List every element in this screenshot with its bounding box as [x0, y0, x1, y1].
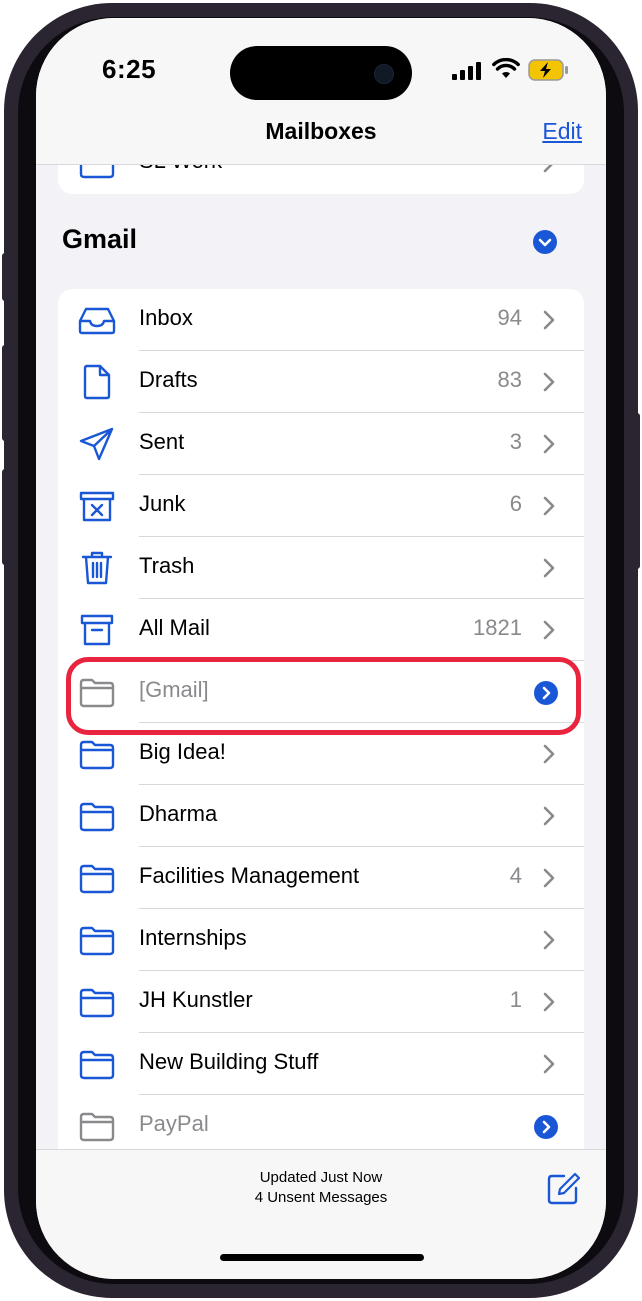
- edit-button[interactable]: Edit: [542, 118, 582, 145]
- unread-count: 4: [509, 863, 522, 888]
- chevron-right-icon: [543, 434, 555, 454]
- mailbox-label: Big Idea!: [139, 739, 226, 764]
- mailbox-row-dharma[interactable]: Dharma: [58, 785, 584, 847]
- prev-account-card: SL Work: [58, 164, 584, 194]
- mailbox-row-inbox[interactable]: Inbox 94: [58, 289, 584, 351]
- chevron-right-icon: [543, 496, 555, 516]
- chevron-right-icon: [543, 806, 555, 826]
- folder-icon: [79, 740, 115, 770]
- battery-charging-icon: [528, 59, 568, 81]
- unread-count: 1821: [473, 615, 522, 640]
- mailbox-row-new-building-stuff[interactable]: New Building Stuff: [58, 1033, 584, 1095]
- status-time: 6:25: [102, 54, 157, 84]
- folder-icon: [79, 164, 115, 179]
- chevron-right-icon: [543, 310, 555, 330]
- trash-highlight-annotation: [66, 657, 581, 735]
- folder-icon: [79, 864, 115, 894]
- chevron-down-icon: [538, 238, 552, 247]
- mailbox-label: Dharma: [139, 801, 218, 826]
- unsent-status-line: 4 Unsent Messages: [254, 1189, 388, 1206]
- page-title: Mailboxes: [265, 118, 377, 144]
- mailbox-label: Inbox: [139, 305, 193, 330]
- cellular-signal-icon: [452, 62, 481, 80]
- folder-icon: [79, 1112, 115, 1142]
- mailbox-row-sl-work[interactable]: SL Work: [58, 164, 584, 194]
- mailbox-label: JH Kunstler: [139, 987, 253, 1012]
- drafts-icon: [83, 364, 111, 400]
- folder-icon: [79, 802, 115, 832]
- screen: 6:25 Mailboxes Edit SL Work: [36, 18, 606, 1279]
- mailbox-list[interactable]: SL Work Gmail Inbox 94 Drafts 83: [36, 164, 606, 1149]
- trash-icon: [81, 551, 113, 585]
- archive-icon: [80, 614, 114, 646]
- chevron-right-icon: [543, 164, 554, 173]
- chevron-right-icon: [543, 992, 555, 1012]
- mailbox-label: Sent: [139, 429, 185, 454]
- mailbox-row-all-mail[interactable]: All Mail 1821: [58, 599, 584, 661]
- sent-icon: [79, 427, 114, 461]
- folder-icon: [79, 988, 115, 1018]
- folder-icon: [79, 1050, 115, 1080]
- chevron-right-icon: [543, 558, 555, 578]
- account-header: Gmail: [62, 224, 138, 254]
- compose-icon[interactable]: [546, 1172, 580, 1206]
- update-status: Updated Just Now 4 Unsent Messages: [36, 1168, 606, 1208]
- mailbox-row-drafts[interactable]: Drafts 83: [58, 351, 584, 413]
- wifi-icon: [492, 58, 520, 78]
- bottom-toolbar: Updated Just Now 4 Unsent Messages: [36, 1149, 606, 1279]
- update-status-line: Updated Just Now: [259, 1169, 383, 1186]
- mailbox-label: Facilities Management: [139, 863, 360, 888]
- unread-count: 83: [497, 367, 522, 392]
- chevron-right-icon: [543, 744, 555, 764]
- mailbox-row-trash[interactable]: Trash: [58, 537, 584, 599]
- mailbox-row-jh-kunstler[interactable]: JH Kunstler 1: [58, 971, 584, 1033]
- mailbox-label: Trash: [139, 553, 195, 578]
- side-button: [634, 413, 640, 569]
- volume-up-button: [2, 345, 8, 441]
- mailbox-label: Internships: [139, 925, 247, 950]
- chevron-right-icon: [543, 372, 555, 392]
- mailbox-label: Junk: [139, 491, 186, 516]
- status-bar: 6:25: [36, 18, 606, 118]
- expand-button[interactable]: [534, 1115, 558, 1139]
- home-indicator[interactable]: [220, 1254, 424, 1261]
- chevron-right-icon: [543, 930, 555, 950]
- chevron-right-icon: [542, 1120, 551, 1134]
- mailbox-label: New Building Stuff: [139, 1049, 319, 1074]
- camera-icon: [374, 64, 394, 84]
- inbox-icon: [78, 307, 116, 335]
- chevron-right-icon: [543, 1054, 555, 1074]
- unread-count: 6: [509, 491, 522, 516]
- action-button: [2, 253, 8, 301]
- mailbox-label: All Mail: [139, 615, 210, 640]
- mailbox-label: PayPal: [139, 1111, 209, 1136]
- unread-count: 1: [509, 987, 522, 1012]
- mailbox-label: SL Work: [139, 164, 222, 174]
- mailbox-row-paypal[interactable]: PayPal: [58, 1095, 584, 1149]
- junk-icon: [79, 491, 115, 522]
- mailbox-row-junk[interactable]: Junk 6: [58, 475, 584, 537]
- mailbox-row-facilities-management[interactable]: Facilities Management 4: [58, 847, 584, 909]
- dynamic-island: [230, 46, 412, 100]
- mailbox-label: Drafts: [139, 367, 198, 392]
- volume-down-button: [2, 469, 8, 565]
- mailbox-row-internships[interactable]: Internships: [58, 909, 584, 971]
- navigation-bar: Mailboxes Edit: [36, 118, 606, 165]
- unread-count: 3: [509, 429, 522, 454]
- chevron-right-icon: [543, 868, 555, 888]
- folder-icon: [79, 926, 115, 956]
- mailbox-row-sent[interactable]: Sent 3: [58, 413, 584, 475]
- chevron-right-icon: [543, 620, 555, 640]
- unread-count: 94: [497, 305, 522, 330]
- collapse-toggle[interactable]: [533, 230, 557, 254]
